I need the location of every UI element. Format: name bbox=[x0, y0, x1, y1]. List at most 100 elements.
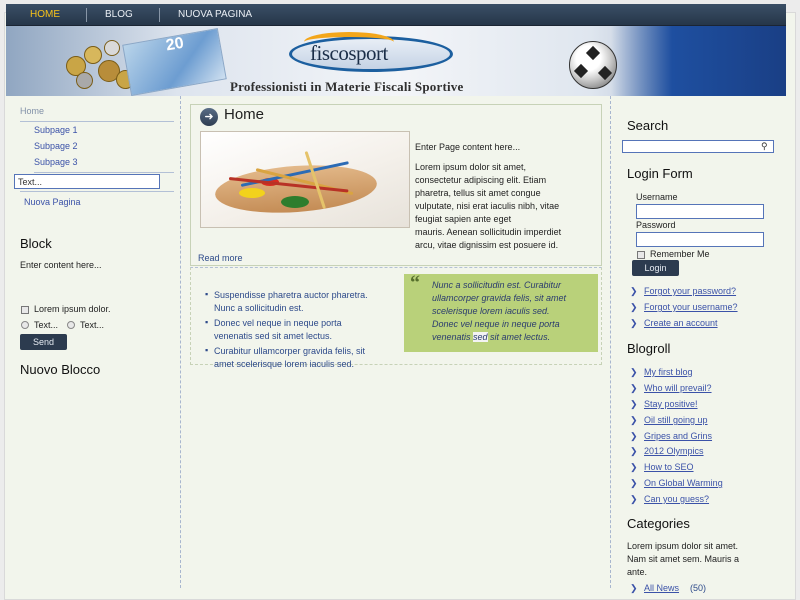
palette-shape bbox=[213, 160, 379, 218]
arrow-right-icon: ❯ bbox=[630, 583, 638, 593]
block-text: Enter content here... bbox=[20, 260, 102, 270]
block-radio-2-label: Text... bbox=[80, 320, 105, 330]
categories-text: Lorem ipsum dolor sit amet. bbox=[627, 541, 739, 551]
blogroll-link[interactable]: Gripes and Grins bbox=[644, 431, 712, 441]
sidebar-item-subpage-2[interactable]: Subpage 2 bbox=[34, 141, 174, 151]
block-text-input[interactable] bbox=[14, 174, 160, 189]
quote-line: venenatis sed sit amet lectus. bbox=[432, 331, 590, 344]
title-arrow-icon: ➜ bbox=[200, 108, 218, 126]
remember-me-label: Remember Me bbox=[650, 249, 710, 259]
blogroll-link[interactable]: Who will prevail? bbox=[644, 383, 712, 393]
quote-line: ullamcorper gravida felis, sit amet bbox=[432, 293, 567, 303]
bullet-line: Donec vel neque in neque porta bbox=[214, 318, 342, 328]
blogroll-title: Blogroll bbox=[627, 341, 671, 356]
bullet-line: amet scelerisque lorem iaculis sed. bbox=[214, 359, 355, 369]
nav-nuova-pagina[interactable]: NUOVA PAGINA bbox=[178, 4, 252, 25]
arrow-right-icon: ❯ bbox=[630, 462, 638, 472]
left-column-divider bbox=[180, 96, 181, 588]
paint-green bbox=[281, 196, 309, 208]
arrow-right-icon: ❯ bbox=[630, 446, 638, 456]
coin-image bbox=[76, 72, 93, 89]
blogroll-link[interactable]: Can you guess? bbox=[644, 494, 709, 504]
categories-text: ante. bbox=[627, 567, 648, 577]
block-radio-2[interactable] bbox=[67, 321, 75, 329]
soccer-ball-image bbox=[569, 41, 617, 89]
quote-block: Nunc a sollicitudin est. Curabitur ullam… bbox=[404, 274, 598, 352]
coin-image bbox=[104, 40, 120, 56]
bullet-line: Nunc a sollicitudin est. bbox=[214, 303, 304, 313]
arrow-right-icon: ❯ bbox=[630, 383, 638, 393]
sidebar-item-home[interactable]: Home bbox=[20, 106, 174, 122]
nav-blog[interactable]: BLOG bbox=[105, 4, 133, 25]
create-account-link[interactable]: Create an account bbox=[644, 318, 718, 328]
search-icon[interactable]: ⚲ bbox=[761, 141, 768, 152]
arrow-right-icon: ❯ bbox=[630, 478, 638, 488]
page-title: Home bbox=[224, 106, 265, 123]
arrow-right-icon: ❯ bbox=[630, 494, 638, 504]
bullet-line: venenatis sed sit amet lectus. bbox=[214, 331, 333, 341]
nav-separator bbox=[86, 8, 87, 22]
bullet-icon: ▪ bbox=[205, 289, 209, 299]
sidebar-item-subpage-3[interactable]: Subpage 3 bbox=[34, 157, 174, 173]
sidebar-item-subpage-1[interactable]: Subpage 1 bbox=[34, 125, 174, 135]
password-field[interactable] bbox=[636, 232, 764, 247]
password-label: Password bbox=[636, 220, 676, 230]
nav-home[interactable]: HOME bbox=[30, 4, 60, 25]
arrow-right-icon: ❯ bbox=[630, 367, 638, 377]
body-line: consectetur adipiscing elit. Etiam bbox=[415, 175, 547, 185]
username-label: Username bbox=[636, 192, 678, 202]
blogroll-link[interactable]: How to SEO bbox=[644, 462, 694, 472]
ball-patch bbox=[573, 63, 589, 79]
body-line: pharetra, tellus sit amet congue bbox=[415, 188, 541, 198]
block-checkbox-label: Lorem ipsum dolor. bbox=[34, 304, 111, 314]
site-tagline: Professionisti in Materie Fiscali Sporti… bbox=[230, 79, 464, 94]
arrow-right-icon: ❯ bbox=[630, 399, 638, 409]
blogroll-link[interactable]: Oil still going up bbox=[644, 415, 708, 425]
block-title: Block bbox=[20, 236, 52, 251]
top-navigation: HOME BLOG NUOVA PAGINA bbox=[6, 4, 786, 26]
header-banner: 20 fiscosport Professionisti in Materie … bbox=[6, 26, 786, 96]
coin-image bbox=[84, 46, 102, 64]
category-count: (50) bbox=[690, 583, 707, 593]
bullet-icon: ▪ bbox=[205, 317, 209, 327]
ball-patch bbox=[597, 65, 613, 81]
site-logo[interactable]: fiscosport bbox=[310, 41, 388, 66]
paint-palette-image bbox=[200, 131, 410, 228]
body-line: feugiat sapien ante eget bbox=[415, 214, 512, 224]
quote-text: sit amet lectus. bbox=[487, 332, 551, 342]
quote-text: venenatis bbox=[432, 332, 474, 342]
bullet-line: Curabitur ullamcorper gravida felis, sit bbox=[214, 346, 366, 356]
login-button[interactable]: Login bbox=[632, 260, 679, 276]
sidebar-item-nuova-pagina[interactable]: Nuova Pagina bbox=[24, 197, 164, 207]
nuovo-blocco-title: Nuovo Blocco bbox=[20, 362, 101, 377]
blogroll-link[interactable]: 2012 Olympics bbox=[644, 446, 704, 456]
arrow-right-icon: ❯ bbox=[630, 286, 638, 296]
username-field[interactable] bbox=[636, 204, 764, 219]
block-checkbox[interactable] bbox=[21, 306, 29, 314]
search-title: Search bbox=[627, 118, 669, 133]
page-intro: Enter Page content here... bbox=[415, 142, 521, 152]
search-input[interactable] bbox=[622, 140, 774, 153]
body-line: arcu, vitae dignissim est posuere id. bbox=[415, 240, 559, 250]
arrow-right-icon: ❯ bbox=[630, 318, 638, 328]
paint-yellow bbox=[239, 188, 265, 198]
quote-mark-icon: “ bbox=[410, 272, 420, 294]
category-link-all-news[interactable]: All News bbox=[644, 583, 679, 593]
bullet-icon: ▪ bbox=[205, 345, 209, 355]
blogroll-link[interactable]: Stay positive! bbox=[644, 399, 698, 409]
read-more-link[interactable]: Read more bbox=[198, 253, 243, 263]
blogroll-link[interactable]: My first blog bbox=[644, 367, 693, 377]
blogroll-link[interactable]: On Global Warming bbox=[644, 478, 723, 488]
body-line: vulputate, nisi erat iaculis nibh, vitae bbox=[415, 201, 560, 211]
forgot-username-link[interactable]: Forgot your username? bbox=[644, 302, 738, 312]
block-radio-1-label: Text... bbox=[34, 320, 59, 330]
remember-me-checkbox[interactable] bbox=[637, 251, 645, 259]
send-button[interactable]: Send bbox=[20, 334, 67, 350]
quote-line: Nunc a sollicitudin est. Curabitur bbox=[432, 280, 562, 290]
block-radio-1[interactable] bbox=[21, 321, 29, 329]
quote-highlight: sed bbox=[473, 332, 488, 342]
forgot-password-link[interactable]: Forgot your password? bbox=[644, 286, 736, 296]
body-line: Lorem ipsum dolor sit amet, bbox=[415, 162, 527, 172]
body-line: mauris. Aenean sollicitudin imperdiet bbox=[415, 227, 562, 237]
arrow-right-icon: ❯ bbox=[630, 302, 638, 312]
